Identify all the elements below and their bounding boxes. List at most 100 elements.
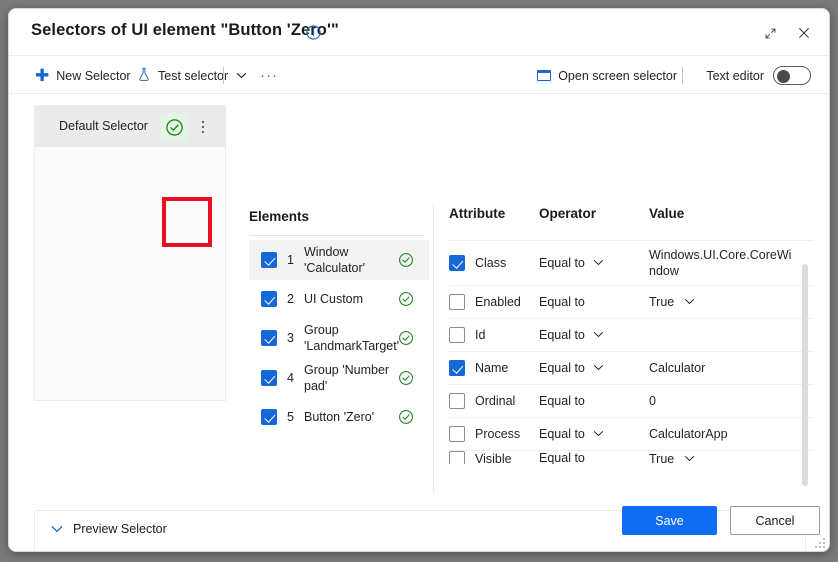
attribute-checkbox[interactable] [449,451,465,464]
text-editor-toggle[interactable]: Text editor [706,64,811,87]
new-selector-button[interactable]: ✚ New Selector [35,64,131,87]
selector-token-punct: [ [490,551,493,552]
chevron-down-icon[interactable] [684,454,695,465]
command-bar-divider-right [682,67,683,84]
attribute-name: Enabled [475,295,521,309]
list-item[interactable]: 2 UI Custom [249,280,429,318]
selector-token-punct: = [137,551,144,552]
dialog-footer: Save Cancel [9,501,829,551]
table-row[interactable]: Enabled Equal to True [449,285,814,318]
selector-token-tag: group [586,551,617,552]
selector-token-punct: [ [617,551,620,552]
element-checkbox[interactable] [261,291,277,307]
valid-check-icon [398,252,414,268]
selector-token-punct: ] > [568,551,585,552]
column-header-operator: Operator [539,206,597,221]
valid-check-icon [398,330,414,346]
chevron-down-icon[interactable] [231,64,251,87]
dialog-title-bar: Selectors of UI element "Button 'Zero'" [9,9,829,56]
attribute-checkbox[interactable] [449,327,465,343]
attribute-name: Visible [475,452,512,464]
selector-token-punct: ][ [322,551,329,552]
valid-check-icon [398,291,414,307]
column-header-attribute: Attribute [449,206,506,221]
selector-line-prefix: > [51,551,62,552]
operator-value: Equal to [539,427,585,441]
attribute-name: Process [475,427,521,441]
list-item[interactable]: 1 Window 'Calculator' [249,240,429,280]
table-row[interactable]: Ordinal Equal to 0 [449,384,814,417]
toggle-knob [777,70,790,83]
elements-heading: Elements [249,209,310,224]
selectors-dialog: Selectors of UI element "Button 'Zero'" … [8,8,830,552]
element-checkbox[interactable] [261,252,277,268]
element-index: 3 [287,331,294,345]
column-header-value: Value [649,206,685,221]
element-checkbox[interactable] [261,370,277,386]
list-item[interactable]: 5 Button 'Zero' [249,398,429,436]
panel-divider [433,204,434,494]
table-row[interactable]: Class Equal to Windows.UI.Core.CoreWindo… [449,240,814,285]
expand-icon[interactable] [755,19,785,47]
operator-value: Equal to [539,256,585,270]
open-screen-selector-label: Open screen selector [558,68,677,83]
flask-icon [137,67,151,85]
operator-value: Equal to [539,328,585,342]
valid-check-icon[interactable] [161,114,187,140]
attributes-scrollbar[interactable] [802,264,808,492]
attribute-checkbox[interactable] [449,360,465,376]
resize-grip[interactable] [815,538,825,548]
element-label: Window 'Calculator' [304,245,366,275]
attribute-value: True [649,295,675,309]
attribute-checkbox[interactable] [449,426,465,442]
text-editor-switch[interactable] [773,66,811,85]
chevron-down-icon[interactable] [593,429,604,440]
element-checkbox[interactable] [261,330,277,346]
table-row[interactable]: Visible Equal to True [449,450,814,464]
attribute-name: Id [475,328,486,342]
selector-token-val: "Calculator" [369,551,433,552]
cancel-button[interactable]: Cancel [730,506,820,535]
attribute-name: Name [475,361,509,375]
selector-token-attr: Class [620,551,651,552]
scrollbar-thumb[interactable] [802,264,808,486]
selector-row-default[interactable]: Default Selector [35,106,225,147]
test-selector-button[interactable]: Test selector [137,64,228,87]
list-item[interactable]: 3 Group 'LandmarkTarget' [249,318,429,358]
selector-token-val: "LandmarkTarget" [658,551,756,552]
close-icon[interactable] [789,19,819,47]
table-row[interactable]: Id Equal to [449,318,814,351]
save-button[interactable]: Save [622,506,717,535]
chevron-down-icon[interactable] [593,330,604,341]
attribute-checkbox[interactable] [449,393,465,409]
text-editor-label: Text editor [706,68,764,83]
attribute-value: Calculator [649,361,706,375]
table-row[interactable]: Process Equal to CalculatorApp [449,417,814,450]
info-icon[interactable] [306,25,321,40]
selector-name: Default Selector [59,119,148,133]
chevron-down-icon[interactable] [593,258,604,269]
operator-value: Equal to [539,361,585,375]
attribute-checkbox[interactable] [449,255,465,271]
selector-token-punct: = [504,551,511,552]
elements-divider [249,235,424,236]
more-options-icon[interactable] [196,118,210,136]
element-checkbox[interactable] [261,409,277,425]
element-index: 1 [287,253,294,267]
overflow-menu-button[interactable]: ··· [259,64,279,87]
new-selector-label: New Selector [56,68,131,83]
list-item[interactable]: 4 Group 'Number pad' [249,358,429,398]
element-label: UI Custom [304,292,364,306]
attribute-checkbox[interactable] [449,294,465,310]
test-selector-label: Test selector [158,68,229,83]
attribute-name: Class [475,256,507,270]
element-index: 2 [287,292,294,306]
selector-token-val: "NavView" [511,551,568,552]
chevron-down-icon[interactable] [684,297,695,308]
selector-token-attr: Class [106,551,137,552]
chevron-down-icon[interactable] [593,363,604,374]
selector-token-punct: ] [756,551,759,552]
selector-token-punct: = [362,551,369,552]
open-screen-selector-button[interactable]: Open screen selector [537,64,677,87]
table-row[interactable]: Name Equal to Calculator [449,351,814,384]
